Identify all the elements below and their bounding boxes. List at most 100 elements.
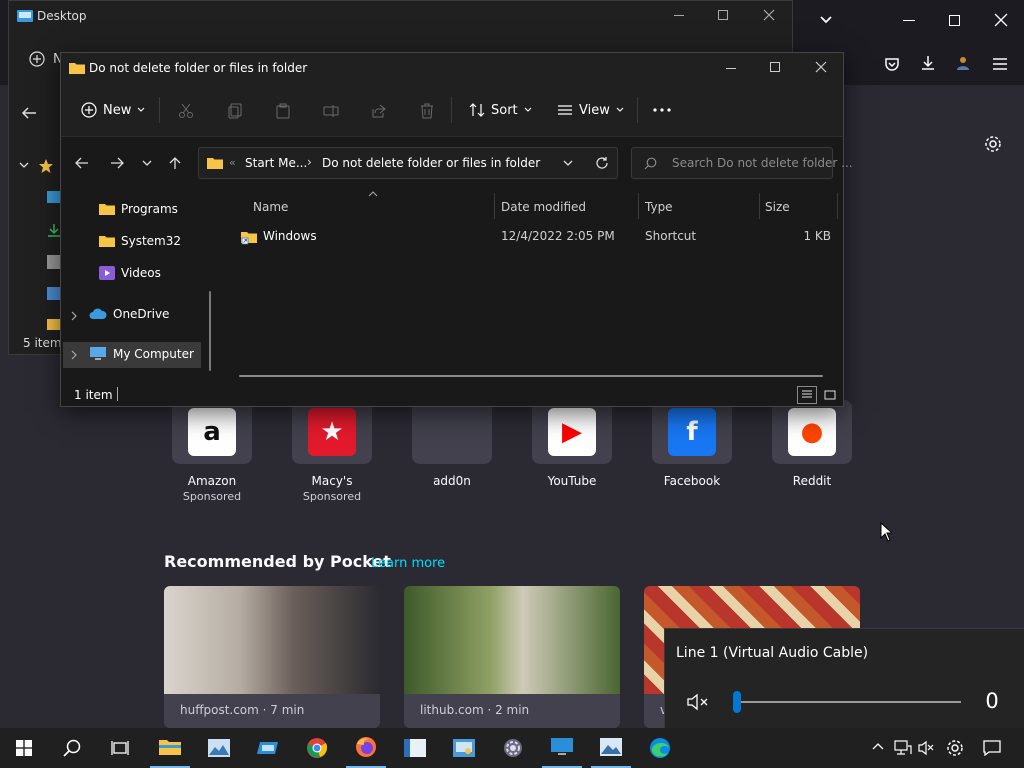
recent-locations-chevron-icon[interactable] bbox=[142, 160, 152, 167]
desktop-new-icon[interactable] bbox=[29, 51, 45, 67]
expand-chevron-icon[interactable] bbox=[71, 350, 78, 360]
nav-item-system32[interactable]: System32 bbox=[99, 234, 181, 248]
copy-icon[interactable] bbox=[227, 103, 243, 119]
column-divider[interactable] bbox=[638, 193, 639, 219]
delete-icon[interactable] bbox=[419, 103, 435, 119]
details-view-button[interactable] bbox=[797, 386, 817, 404]
column-divider[interactable] bbox=[494, 193, 495, 219]
column-header-type[interactable]: Type bbox=[645, 200, 673, 214]
nav-item-my-computer[interactable]: My Computer bbox=[89, 347, 194, 361]
address-history-chevron-icon[interactable] bbox=[563, 160, 573, 167]
overflow-crumbs-icon[interactable]: « bbox=[229, 156, 236, 169]
column-header-size[interactable]: Size bbox=[765, 200, 790, 214]
column-divider[interactable] bbox=[759, 193, 760, 219]
screen-app-taskbar-icon[interactable] bbox=[395, 728, 435, 768]
pocket-card[interactable]: huffpost.com · 7 min bbox=[164, 586, 380, 728]
downloads-icon[interactable] bbox=[920, 55, 936, 71]
tiles-view-button[interactable] bbox=[820, 386, 840, 404]
breadcrumb-start-menu[interactable]: Start Me... bbox=[245, 156, 307, 170]
address-bar[interactable]: « Start Me... › Do not delete folder or … bbox=[198, 147, 618, 179]
account-icon[interactable] bbox=[955, 55, 971, 71]
nav-pane-scrollbar[interactable] bbox=[209, 291, 211, 371]
show-hidden-icons-chevron-icon[interactable] bbox=[872, 742, 884, 750]
task-view-icon[interactable] bbox=[100, 728, 140, 768]
photos-taskbar-icon[interactable] bbox=[199, 728, 239, 768]
start-windows-icon[interactable] bbox=[4, 728, 44, 768]
paste-icon[interactable] bbox=[275, 103, 291, 119]
settings-gear-icon[interactable] bbox=[984, 135, 1002, 153]
refresh-icon[interactable] bbox=[595, 156, 609, 170]
rename-icon[interactable] bbox=[323, 103, 339, 119]
top-site-label[interactable]: YouTube bbox=[512, 474, 632, 488]
desktop-expand-chevron-icon[interactable] bbox=[19, 161, 29, 169]
top-site-tile[interactable]: ★ bbox=[292, 400, 372, 464]
explorer-window[interactable]: Do not delete folder or files in folder … bbox=[60, 52, 853, 407]
nav-item-label: OneDrive bbox=[113, 307, 170, 321]
top-site-tile[interactable]: ● bbox=[772, 400, 852, 464]
edge-taskbar-icon[interactable] bbox=[640, 728, 680, 768]
tray-gear-icon[interactable] bbox=[946, 739, 964, 757]
top-site-tile[interactable]: f bbox=[652, 400, 732, 464]
speaker-muted-icon[interactable] bbox=[687, 693, 709, 711]
top-site-tile[interactable]: a bbox=[172, 400, 252, 464]
top-site-label[interactable]: Amazon bbox=[152, 474, 272, 488]
settings-taskbar-icon[interactable] bbox=[493, 728, 533, 768]
browser-minimize-button[interactable] bbox=[903, 20, 915, 21]
cut-icon[interactable] bbox=[178, 103, 194, 119]
column-header-date[interactable]: Date modified bbox=[501, 200, 586, 214]
top-site-label[interactable]: add0n bbox=[392, 474, 512, 488]
chrome-taskbar-icon[interactable] bbox=[297, 728, 337, 768]
pocket-icon[interactable] bbox=[884, 56, 900, 72]
browser-close-button[interactable] bbox=[994, 13, 1008, 27]
share-icon[interactable] bbox=[371, 103, 387, 119]
file-explorer-taskbar-icon[interactable] bbox=[150, 728, 190, 768]
details-view-icon bbox=[802, 390, 812, 398]
up-arrow-icon[interactable] bbox=[169, 156, 181, 170]
top-site-label[interactable]: Macy's bbox=[272, 474, 392, 488]
browser-restore-button[interactable] bbox=[949, 15, 960, 26]
top-site-tile[interactable]: ▶ bbox=[532, 400, 612, 464]
volume-slider-thumb[interactable] bbox=[733, 691, 741, 713]
minimize-button[interactable] bbox=[726, 68, 736, 69]
desktop-back-icon[interactable] bbox=[21, 106, 37, 120]
nav-item-videos[interactable]: Videos bbox=[99, 266, 161, 280]
taskbar-search-icon[interactable] bbox=[52, 728, 92, 768]
explorer-title-bar[interactable]: Do not delete folder or files in folder bbox=[61, 53, 843, 83]
network-icon[interactable] bbox=[894, 740, 912, 756]
top-site-label[interactable]: Reddit bbox=[752, 474, 872, 488]
desktop-maximize-button[interactable] bbox=[718, 10, 728, 20]
app-taskbar-icon[interactable] bbox=[248, 728, 288, 768]
volume-slider-track[interactable] bbox=[733, 701, 961, 703]
nav-item-programs[interactable]: Programs bbox=[99, 202, 178, 216]
control-panel-taskbar-icon[interactable] bbox=[444, 728, 484, 768]
top-site-tile[interactable] bbox=[412, 400, 492, 464]
forward-arrow-icon[interactable] bbox=[110, 157, 124, 169]
new-button[interactable]: New bbox=[81, 102, 145, 118]
view-button[interactable]: View bbox=[557, 102, 624, 118]
tab-list-icon[interactable] bbox=[818, 12, 834, 28]
desktop-close-button[interactable] bbox=[763, 9, 775, 21]
top-site-label[interactable]: Facebook bbox=[632, 474, 752, 488]
sort-button[interactable]: Sort bbox=[469, 102, 532, 118]
search-box[interactable]: Search Do not delete folder ... bbox=[631, 147, 853, 179]
column-header-name[interactable]: Name bbox=[253, 200, 288, 214]
table-row[interactable]: Windows 12/4/2022 2:05 PM Shortcut 1 KB bbox=[239, 223, 839, 249]
expand-chevron-icon[interactable] bbox=[71, 311, 78, 321]
firefox-taskbar-icon[interactable] bbox=[346, 728, 386, 768]
notification-center-icon[interactable] bbox=[983, 740, 1001, 756]
nav-item-onedrive[interactable]: OneDrive bbox=[89, 307, 169, 321]
remote-desktop-taskbar-icon[interactable] bbox=[542, 728, 582, 768]
image-viewer-taskbar-icon[interactable] bbox=[591, 728, 631, 768]
pocket-card[interactable]: lithub.com · 2 min bbox=[404, 586, 620, 728]
pocket-learn-more-link[interactable]: Learn more bbox=[371, 556, 445, 571]
maximize-button[interactable] bbox=[770, 62, 780, 72]
back-arrow-icon[interactable] bbox=[75, 157, 89, 169]
close-button[interactable] bbox=[815, 61, 827, 73]
menu-icon[interactable] bbox=[992, 57, 1008, 71]
volume-muted-tray-icon[interactable] bbox=[918, 740, 934, 756]
breadcrumb-current-folder[interactable]: Do not delete folder or files in folder bbox=[322, 156, 540, 170]
desktop-minimize-button[interactable] bbox=[674, 15, 684, 16]
more-options-icon[interactable] bbox=[653, 108, 671, 112]
column-divider[interactable] bbox=[837, 193, 838, 219]
horizontal-scrollbar[interactable] bbox=[239, 375, 823, 377]
